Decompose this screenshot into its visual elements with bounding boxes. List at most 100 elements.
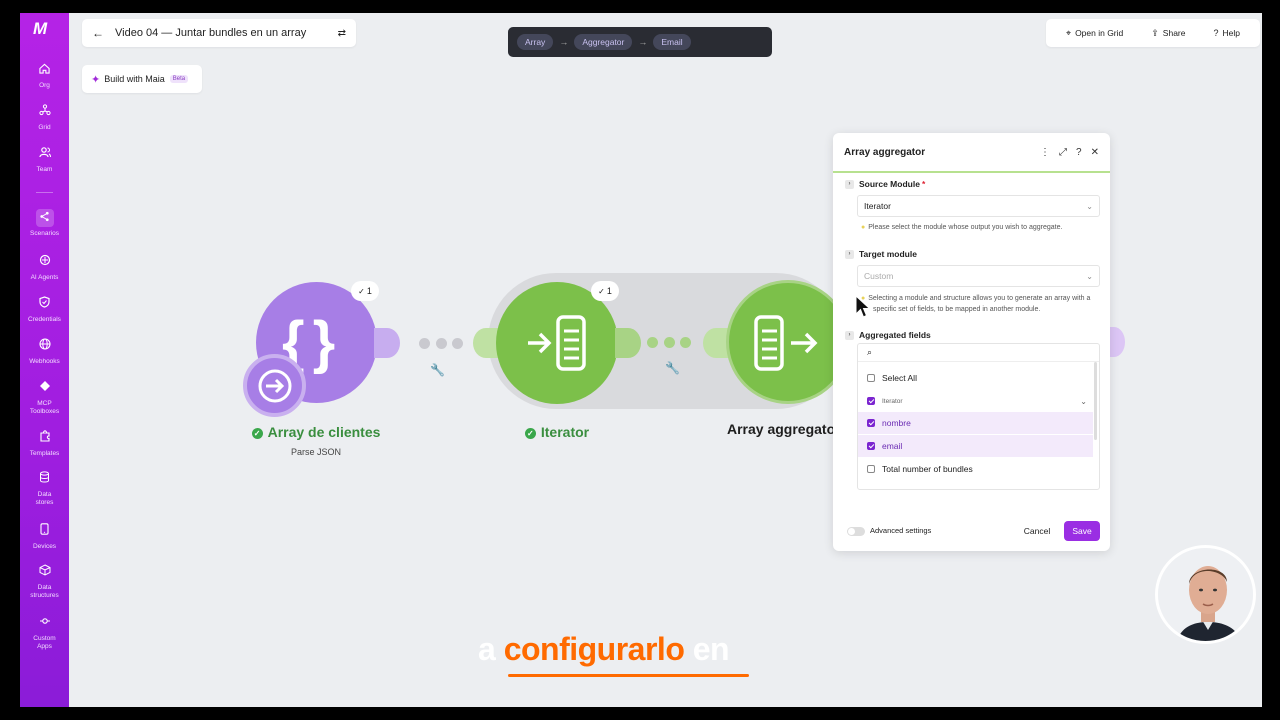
share-icon: ⇪ <box>1151 27 1159 38</box>
more-vertical-icon[interactable]: ⋮ <box>1040 147 1050 158</box>
sidebar-item-mcp-toolboxes[interactable]: MCP Toolboxes <box>20 379 69 416</box>
breadcrumb-email[interactable]: Email <box>653 34 691 50</box>
wrench-icon[interactable]: 🔧 <box>665 361 680 375</box>
sidebar-item-team[interactable]: Team <box>20 145 69 174</box>
operations-count-badge[interactable]: ✓ 1 <box>591 281 619 301</box>
database-icon <box>36 470 54 488</box>
connector-dot <box>452 338 463 349</box>
sidebar-item-data-stores[interactable]: Data stores <box>20 470 69 507</box>
fields-search-input[interactable]: ⌕ <box>858 344 1099 362</box>
help-icon: ? <box>1213 28 1219 38</box>
field-group-label: Iterator <box>882 397 903 405</box>
checkbox[interactable] <box>867 442 875 450</box>
cancel-button[interactable]: Cancel <box>1016 521 1058 541</box>
home-icon <box>36 61 54 79</box>
advanced-settings-toggle[interactable] <box>847 527 865 536</box>
module-name[interactable]: Array aggregato <box>727 421 837 437</box>
help-label: Help <box>1222 28 1240 38</box>
help-button[interactable]: ? Help <box>1213 28 1240 38</box>
target-module-section[interactable]: › Target module <box>845 249 917 259</box>
connector-dot <box>647 337 658 348</box>
breadcrumb-aggregator[interactable]: Aggregator <box>574 34 633 50</box>
module-name-text: Array de clientes <box>267 424 381 440</box>
checkbox[interactable] <box>867 419 875 427</box>
sidebar-item-label: Custom Apps <box>33 635 56 650</box>
save-button[interactable]: Save <box>1064 521 1100 541</box>
sidebar-item-templates[interactable]: Templates <box>20 429 69 458</box>
make-logo[interactable]: M <box>33 19 47 39</box>
connector-dot <box>664 337 675 348</box>
connector-dot <box>436 338 447 349</box>
field-label: email <box>882 441 903 451</box>
beta-badge: Beta <box>169 75 189 83</box>
sidebar-item-label: Grid <box>38 124 51 131</box>
sidebar-item-data-structures[interactable]: Data structures <box>20 563 69 600</box>
module-name[interactable]: ✓ Iterator <box>495 424 619 440</box>
sidebar: M Org Grid Team Scenarios AI Agents Cred… <box>20 13 69 707</box>
presenter-webcam <box>1155 545 1256 644</box>
maia-label: Build with Maia <box>104 74 165 84</box>
module-connector-right <box>615 328 641 358</box>
panel-header: Array aggregator ⋮ ⤢ ? ✕ <box>833 133 1110 173</box>
checkbox[interactable] <box>867 374 875 382</box>
target-module-label: Target module <box>859 249 917 259</box>
settings-sliders-icon[interactable]: ⇄ <box>338 28 346 39</box>
chevron-down-icon[interactable]: ⌄ <box>1080 397 1087 406</box>
required-asterisk: * <box>921 179 926 189</box>
close-icon[interactable]: ✕ <box>1091 147 1099 158</box>
grid-icon: ⌖ <box>1065 27 1072 38</box>
help-icon[interactable]: ? <box>1076 147 1082 158</box>
field-total-bundles[interactable]: Total number of bundles <box>858 458 1093 480</box>
module-connector-right <box>374 328 400 358</box>
aggregated-fields-section[interactable]: › Aggregated fields <box>845 330 931 340</box>
arrow-right-circle-icon <box>258 369 292 403</box>
target-module-value: Custom <box>864 271 894 281</box>
check-circle-icon: ✓ <box>524 428 536 439</box>
breadcrumb-array[interactable]: Array <box>517 34 554 50</box>
module-name[interactable]: ✓ Array de clientes <box>234 424 398 440</box>
field-nombre[interactable]: nombre <box>858 412 1093 434</box>
fields-scrollbar[interactable] <box>1094 362 1097 440</box>
field-email[interactable]: email <box>858 435 1093 457</box>
sidebar-item-custom-apps[interactable]: Custom Apps <box>20 614 69 651</box>
aggregated-fields-list: ⌕ Select All Iterator ⌄ nombre email Tota… <box>857 343 1100 490</box>
check-icon: ✓ <box>598 286 605 296</box>
arrow-right-icon: → <box>638 37 648 47</box>
lightbulb-icon: ● <box>861 224 866 231</box>
open-in-grid-button[interactable]: ⌖ Open in Grid <box>1066 28 1123 39</box>
caption-word: en <box>692 631 730 667</box>
expand-icon[interactable]: ⤢ <box>1059 147 1067 158</box>
sidebar-item-label: AI Agents <box>30 274 59 281</box>
field-select-all[interactable]: Select All <box>858 367 1093 389</box>
sidebar-item-webhooks[interactable]: Webhooks <box>20 337 69 366</box>
checkbox[interactable] <box>867 397 875 405</box>
field-group-iterator[interactable]: Iterator ⌄ <box>858 390 1093 412</box>
back-arrow-icon[interactable]: ← <box>92 26 104 40</box>
source-module-section[interactable]: › Source Module * <box>845 179 925 189</box>
iterator-icon <box>528 315 586 371</box>
phone-icon <box>36 522 54 540</box>
caption-word: a <box>478 631 496 667</box>
wrench-icon[interactable]: 🔧 <box>430 363 445 377</box>
sidebar-item-org[interactable]: Org <box>20 61 69 90</box>
grid-icon <box>36 103 54 121</box>
sidebar-item-scenarios[interactable]: Scenarios <box>20 209 69 238</box>
scenario-title[interactable]: Video 04 — Juntar bundles en un array <box>115 27 338 39</box>
target-module-help: ● Selecting a module and structure allows… <box>861 293 1093 315</box>
sidebar-item-devices[interactable]: Devices <box>20 522 69 551</box>
operations-count-badge[interactable]: ✓ 1 <box>351 281 379 301</box>
share-label: Share <box>1162 27 1186 38</box>
sidebar-item-grid[interactable]: Grid <box>20 103 69 132</box>
target-module-select[interactable]: Custom ⌄ <box>857 265 1100 287</box>
badge-count: 1 <box>366 286 372 296</box>
build-with-maia-button[interactable]: ✦ Build with Maia Beta <box>82 65 202 93</box>
mouse-cursor-icon <box>855 295 871 318</box>
checkbox[interactable] <box>867 465 875 473</box>
source-module-help: ● Please select the module whose output y… <box>861 222 1062 233</box>
sidebar-item-ai-agents[interactable]: AI Agents <box>20 253 69 282</box>
source-module-select[interactable]: Iterator ⌄ <box>857 195 1100 217</box>
sidebar-item-credentials[interactable]: Credentials <box>20 295 69 324</box>
module-subtitle: Parse JSON <box>290 447 341 457</box>
share-button[interactable]: ⇪ Share <box>1151 28 1185 39</box>
field-label: Select All <box>882 373 917 383</box>
